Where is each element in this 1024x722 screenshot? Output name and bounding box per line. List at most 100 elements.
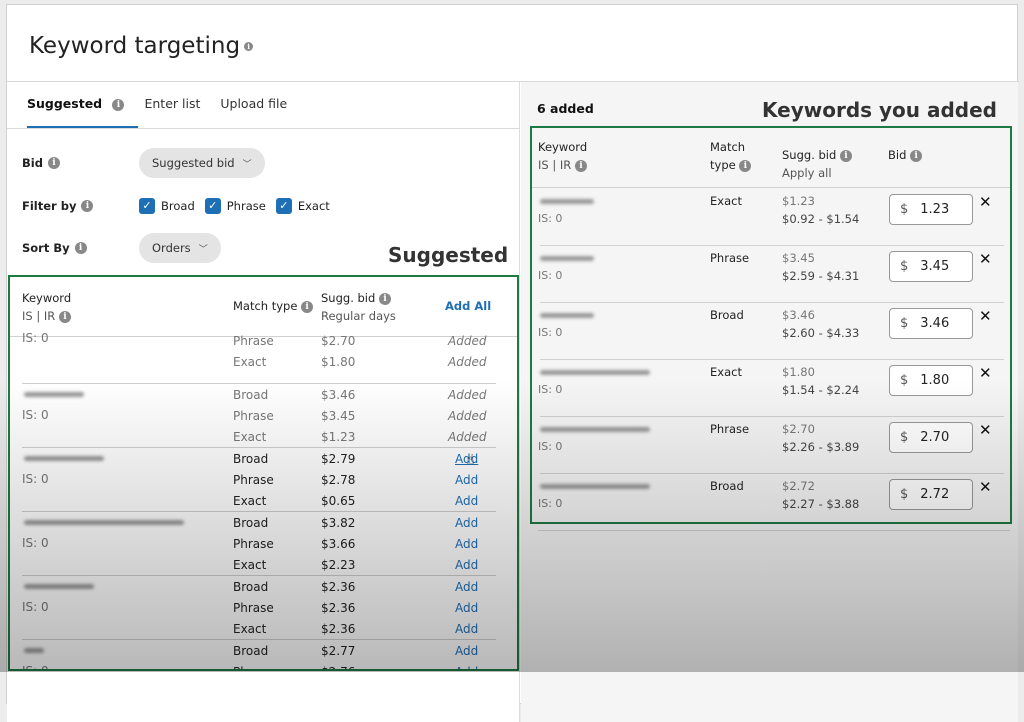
bid-value[interactable]: 1.23 — [920, 202, 949, 217]
add-button[interactable]: Add — [455, 516, 478, 530]
add-button[interactable]: Add — [455, 580, 478, 594]
is-value: IS: 0 — [22, 536, 49, 550]
remove-keyword-icon[interactable]: ✕ — [979, 193, 992, 211]
divider — [22, 639, 496, 640]
info-icon[interactable]: i — [839, 149, 852, 162]
divider — [22, 511, 496, 512]
is-value: IS: 0 — [538, 269, 563, 282]
info-icon[interactable]: i — [378, 292, 391, 305]
info-icon[interactable]: i — [301, 300, 314, 313]
checkbox-exact[interactable]: ✓ Exact — [275, 198, 330, 214]
tab-upload-file[interactable]: Upload file — [220, 96, 287, 125]
remove-keyword-icon[interactable]: ✕ — [979, 250, 992, 268]
bid-range: $1.54 - $2.24 — [782, 383, 860, 397]
divider — [540, 359, 1004, 360]
suggested-table: Keyword IS | IR i Match type i Sugg. bid … — [8, 275, 519, 671]
tab-suggested[interactable]: Suggested i — [27, 96, 140, 129]
info-icon[interactable]: i — [244, 41, 254, 51]
info-icon[interactable]: i — [47, 157, 60, 169]
bid-value[interactable]: 1.80 — [920, 373, 949, 388]
suggested-bid: $2.72 — [782, 479, 815, 493]
page-title: Keyword targeting i — [29, 33, 254, 59]
info-icon[interactable]: i — [910, 149, 923, 162]
info-icon[interactable]: i — [739, 159, 752, 172]
bid-input[interactable]: $2.70 — [889, 422, 973, 453]
apply-all-link[interactable]: Apply all — [782, 166, 852, 180]
bid-value[interactable]: 3.45 — [920, 259, 949, 274]
currency-symbol: $ — [900, 487, 909, 502]
add-button[interactable]: Add — [455, 537, 478, 551]
divider — [22, 383, 496, 384]
checkbox-phrase[interactable]: ✓ Phrase — [204, 198, 266, 214]
chevron-down-icon: ﹀ — [198, 244, 208, 255]
tab-enter-list[interactable]: Enter list — [144, 96, 200, 125]
add-button[interactable]: Add — [455, 494, 478, 508]
bid-value[interactable]: 3.46 — [920, 316, 949, 331]
currency-symbol: $ — [900, 430, 909, 445]
checkmark-icon[interactable]: ✓ — [275, 198, 292, 214]
added-label: Added — [448, 334, 487, 348]
chevron-down-icon: ﹀ — [242, 159, 252, 170]
remove-keyword-icon[interactable]: ✕ — [979, 307, 992, 325]
sort-dropdown[interactable]: Orders ﹀ — [139, 233, 221, 263]
info-icon[interactable]: i — [58, 310, 71, 323]
suggested-bid: $3.46 — [321, 388, 356, 402]
bid-value[interactable]: 2.72 — [920, 487, 949, 502]
remove-keyword-icon[interactable]: ✕ — [979, 421, 992, 439]
add-button[interactable]: Add — [455, 473, 478, 487]
bid-input[interactable]: $2.72 — [889, 479, 973, 510]
suggested-bid: $2.79 — [321, 452, 356, 466]
keyword-text-redacted — [540, 427, 650, 432]
tab-bar: Suggested i Enter list Upload file — [27, 96, 287, 129]
add-button[interactable]: Add — [455, 558, 478, 572]
divider — [540, 245, 1004, 246]
bid-input[interactable]: $3.45 — [889, 251, 973, 282]
add-button[interactable]: Add — [455, 622, 478, 636]
bid-input[interactable]: $1.80 — [889, 365, 973, 396]
suggested-bid: $2.36 — [321, 601, 356, 615]
bid-value[interactable]: 2.70 — [920, 430, 949, 445]
match-type: Broad — [233, 580, 269, 594]
is-value: IS: 0 — [22, 472, 49, 486]
info-icon[interactable]: i — [74, 242, 87, 254]
currency-symbol: $ — [900, 316, 909, 331]
col-sugg-bid: Sugg. bid i Regular days — [321, 291, 396, 323]
add-button[interactable]: Add — [455, 601, 478, 615]
match-type: Exact — [233, 430, 267, 444]
remove-keyword-icon[interactable]: ✕ — [979, 478, 992, 496]
divider — [540, 473, 1004, 474]
match-type: Broad — [233, 452, 269, 466]
info-icon[interactable]: i — [112, 98, 125, 111]
bid-dropdown[interactable]: Suggested bid ﹀ — [139, 148, 265, 178]
divider — [540, 302, 1004, 303]
add-all-button[interactable]: Add All — [445, 299, 491, 313]
remove-keyword-icon[interactable]: ✕ — [979, 364, 992, 382]
added-label: Added — [448, 355, 487, 369]
match-type: Phrase — [233, 601, 274, 615]
info-icon[interactable]: i — [574, 159, 587, 172]
divider — [7, 128, 520, 129]
is-value: IS: 0 — [22, 331, 49, 345]
suggested-bid: $3.45 — [321, 409, 356, 423]
checkmark-icon[interactable]: ✓ — [204, 198, 221, 214]
info-icon[interactable]: i — [81, 200, 94, 212]
bid-input[interactable]: $3.46 — [889, 308, 973, 339]
divider — [540, 416, 1004, 417]
add-button[interactable]: Add — [455, 644, 478, 658]
add-button[interactable]: Add — [455, 665, 478, 669]
bid-input[interactable]: $1.23 — [889, 194, 973, 225]
annotation-suggested: Suggested — [388, 243, 509, 267]
col-sugg-bid: Sugg. bid i Apply all — [782, 148, 852, 180]
checkbox-broad[interactable]: ✓ Broad — [139, 198, 195, 214]
match-type: Exact — [710, 365, 742, 379]
suggested-bid: $2.70 — [321, 334, 356, 348]
checkmark-icon[interactable]: ✓ — [139, 198, 155, 214]
filter-row: Filter by i ✓ Broad ✓ Phrase ✓ Exact — [22, 198, 330, 214]
is-value: IS: 0 — [22, 600, 49, 614]
suggested-bid: $3.82 — [321, 516, 356, 530]
suggested-bid: $1.23 — [321, 430, 356, 444]
match-type: Broad — [233, 644, 269, 658]
match-type: Phrase — [233, 473, 274, 487]
suggested-bid: $2.36 — [321, 580, 356, 594]
is-value: IS: 0 — [538, 497, 563, 510]
